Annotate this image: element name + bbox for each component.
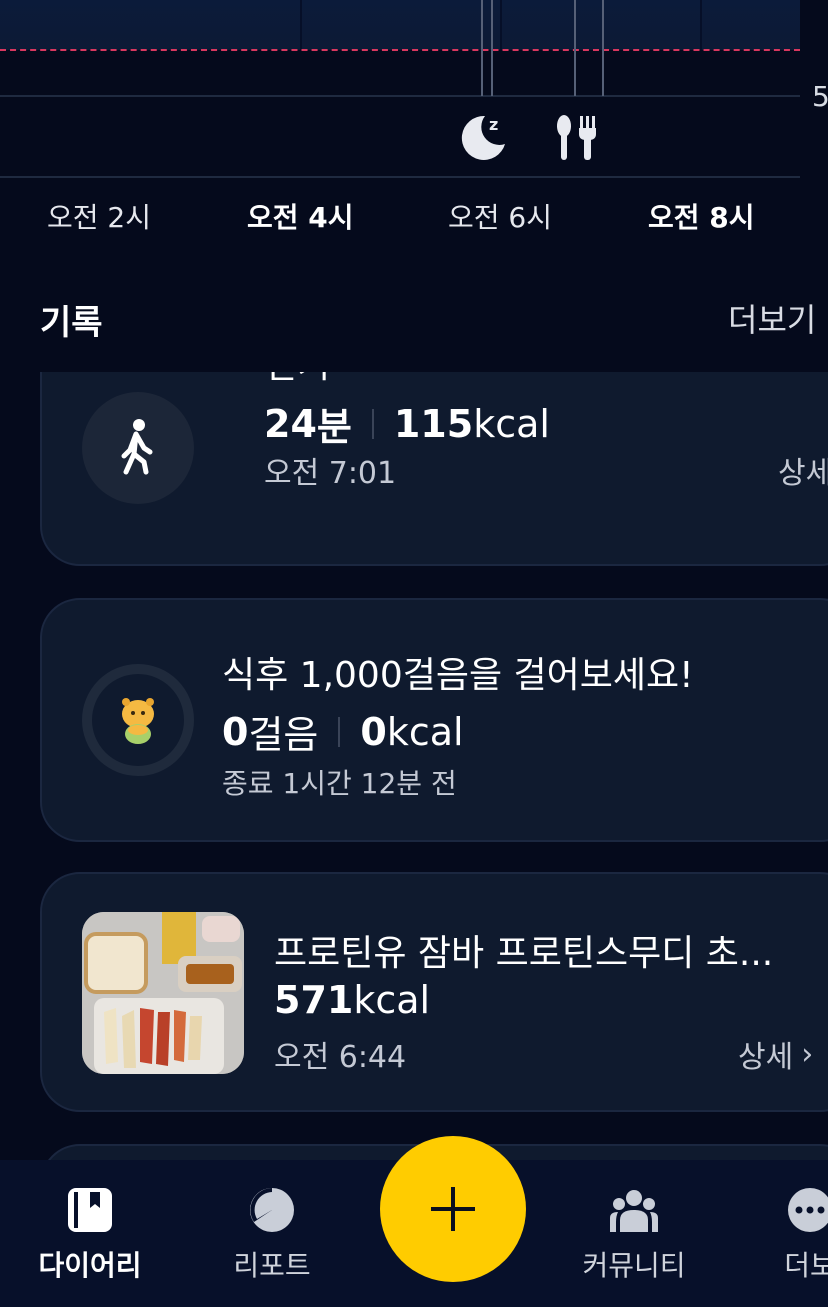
event-marker-line	[602, 0, 604, 96]
nav-report-label: 리포트	[233, 1249, 311, 1282]
walk-duration-value: 24	[264, 401, 317, 446]
meal-detail-link[interactable]: 상세 ›	[738, 1032, 813, 1076]
challenge-steps-unit: 걸음	[248, 713, 319, 757]
diary-book-icon	[68, 1188, 112, 1232]
meal-time: 오전 6:44	[274, 1040, 407, 1075]
more-dots-icon	[788, 1188, 828, 1232]
nav-diary-label: 다이어리	[38, 1249, 142, 1282]
meal-kcal-value: 571	[274, 978, 354, 1022]
community-people-icon	[610, 1190, 658, 1232]
walk-kcal-unit: kcal	[473, 401, 550, 446]
chevron-right-icon: ›	[801, 1036, 814, 1072]
character-avatar-icon	[122, 698, 154, 744]
records-scroll-clip: 걷기 24 분 115 kcal 오전 7:01 상세 ›	[0, 372, 828, 572]
challenge-kcal-unit: kcal	[386, 709, 464, 754]
target-dashed-line	[0, 49, 800, 51]
meal-title: 프로틴유 잠바 프로틴스무디 초...	[274, 933, 774, 974]
challenge-kcal-value: 0	[360, 709, 387, 754]
challenge-progress-ring	[82, 664, 194, 776]
stat-separator	[338, 716, 341, 747]
grid-line	[0, 176, 800, 178]
event-marker-line	[481, 0, 483, 96]
event-marker-line	[491, 0, 493, 96]
step-challenge-card[interactable]: 식후 1,000걸음을 걸어보세요! 0 걸음 0 kcal 종료 1시간 12…	[40, 598, 828, 842]
time-axis-label: 오전 8시	[648, 201, 755, 234]
plus-icon	[431, 1187, 475, 1231]
nav-more-label: 더보	[784, 1249, 828, 1282]
records-more-link[interactable]: 더보기	[728, 295, 816, 341]
walk-stats: 24 분 115 kcal	[264, 396, 550, 451]
meal-stats: 571 kcal	[274, 978, 430, 1022]
nav-report[interactable]: 리포트	[202, 1160, 342, 1307]
challenge-title: 식후 1,000걸음을 걸어보세요!	[222, 655, 694, 696]
report-pie-icon	[250, 1188, 294, 1232]
svg-text:z: z	[489, 115, 498, 134]
add-record-button[interactable]	[380, 1136, 526, 1282]
challenge-stats: 0 걸음 0 kcal	[222, 704, 464, 759]
nav-community-label: 커뮤니티	[582, 1249, 686, 1282]
axis-edge-label: 5	[812, 80, 828, 113]
challenge-steps-value: 0	[222, 709, 249, 754]
meal-record-card[interactable]: 프로틴유 잠바 프로틴스무디 초... 571 kcal 오전 6:44 상세 …	[40, 872, 828, 1112]
band-divider	[700, 0, 702, 50]
band-divider	[500, 0, 502, 50]
time-axis-label: 오전 6시	[448, 201, 552, 234]
records-section-title: 기록	[40, 303, 103, 343]
meal-utensils-icon	[557, 115, 596, 160]
meal-photo	[82, 912, 244, 1074]
event-marker-line	[574, 0, 576, 96]
grid-line	[0, 95, 800, 97]
walk-detail-link[interactable]: 상세 ›	[778, 448, 828, 492]
walk-title: 걷기	[264, 372, 330, 388]
nav-diary[interactable]: 다이어리	[20, 1160, 160, 1307]
stat-separator	[371, 408, 374, 439]
walk-kcal-value: 115	[393, 401, 474, 446]
sleep-moon-icon: z	[461, 115, 505, 160]
diary-screen: 5 z 오전 2시 오전 4시 오전 6시 오전 8시 기록 더보기 24 분 …	[0, 0, 828, 1307]
time-axis-label: 오전 2시	[47, 201, 151, 234]
nav-more[interactable]: 더보	[740, 1160, 828, 1307]
detail-label: 상세	[778, 456, 828, 491]
meal-photo-image	[82, 912, 244, 1074]
walking-person-icon	[121, 419, 153, 475]
meal-kcal-unit: kcal	[353, 978, 431, 1022]
timeline-band	[0, 0, 800, 50]
walk-icon-circle	[82, 392, 194, 504]
challenge-end-time: 종료 1시간 12분 전	[222, 767, 457, 800]
nav-community[interactable]: 커뮤니티	[564, 1160, 704, 1307]
walk-record-card[interactable]: 걷기 24 분 115 kcal 오전 7:01 상세 ›	[40, 372, 828, 566]
activity-timeline-chart: 5 z 오전 2시 오전 4시 오전 6시 오전 8시	[0, 0, 828, 245]
walk-duration-unit: 분	[316, 405, 352, 449]
band-divider	[300, 0, 302, 50]
time-axis-label: 오전 4시	[247, 201, 354, 234]
detail-label: 상세	[738, 1040, 794, 1075]
walk-time: 오전 7:01	[264, 456, 397, 491]
